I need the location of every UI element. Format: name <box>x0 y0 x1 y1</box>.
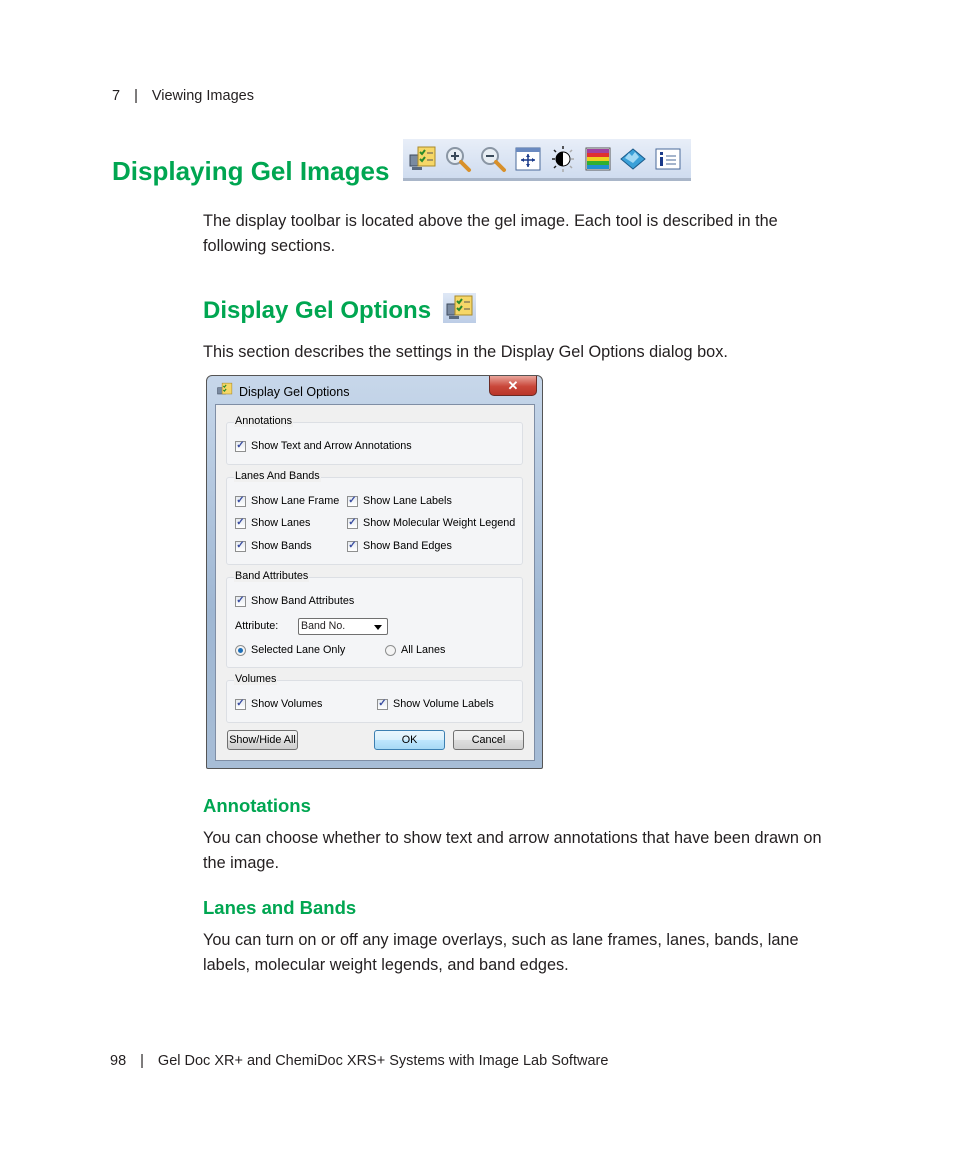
show-bands-checkbox[interactable]: ✓ Show Bands <box>235 540 312 552</box>
running-footer: 98 | Gel Doc XR+ and ChemiDoc XRS+ Systems… <box>110 1053 608 1069</box>
lanes-and-bands-body: You can turn on or off any image overlay… <box>203 931 799 974</box>
checkbox-checked-icon: ✓ <box>377 698 388 710</box>
show-volumes-checkbox[interactable]: ✓ Show Volumes <box>235 698 322 710</box>
group-label: Band Attributes <box>234 570 310 582</box>
dialog-title: Display Gel Options <box>239 384 350 399</box>
checkbox-checked-icon: ✓ <box>347 517 358 529</box>
checkbox-checked-icon: ✓ <box>235 540 246 552</box>
group-label: Volumes <box>234 673 278 685</box>
show-lanes-checkbox[interactable]: ✓ Show Lanes <box>235 517 310 529</box>
display-gel-options-dialog: Display Gel Options ✕ Annotations ✓ Show … <box>206 375 543 769</box>
selected-lane-only-radio[interactable]: Selected Lane Only <box>235 644 345 656</box>
lanes-and-bands-group: Lanes And Bands ✓ Show Lane Frame ✓ Show L… <box>226 470 523 565</box>
annotations-group: Annotations ✓ Show Text and Arrow Annotat… <box>226 415 523 465</box>
annotations-heading: Annotations <box>203 795 311 816</box>
show-text-arrow-annotations-checkbox[interactable]: ✓ Show Text and Arrow Annotations <box>235 440 412 452</box>
separator: | <box>134 88 138 104</box>
show-hide-all-button[interactable]: Show/Hide All <box>227 730 298 750</box>
3d-viewer-icon <box>618 144 647 173</box>
checkbox-checked-icon: ✓ <box>235 440 246 452</box>
page-number: 98 <box>110 1053 127 1069</box>
zoom-in-icon <box>443 144 472 173</box>
display-toolbar <box>403 139 691 181</box>
image-transform-icon <box>548 144 577 173</box>
dialog-body: Annotations ✓ Show Text and Arrow Annotat… <box>215 404 535 761</box>
show-lane-frame-checkbox[interactable]: ✓ Show Lane Frame <box>235 495 339 507</box>
checkbox-checked-icon: ✓ <box>235 517 246 529</box>
checkbox-checked-icon: ✓ <box>347 540 358 552</box>
group-label: Lanes And Bands <box>234 470 321 482</box>
all-lanes-radio[interactable]: All Lanes <box>385 644 445 656</box>
lanes-and-bands-heading: Lanes and Bands <box>203 897 357 918</box>
running-header: 7 | Viewing Images <box>112 88 254 104</box>
show-molecular-weight-legend-checkbox[interactable]: ✓ Show Molecular Weight Legend <box>347 517 515 529</box>
cancel-button[interactable]: Cancel <box>453 730 524 750</box>
show-band-edges-checkbox[interactable]: ✓ Show Band Edges <box>347 540 452 552</box>
display-gel-options-icon <box>443 293 476 323</box>
show-band-attributes-checkbox[interactable]: ✓ Show Band Attributes <box>235 595 354 607</box>
volumes-group: Volumes ✓ Show Volumes ✓ Show Volume Label… <box>226 673 523 723</box>
close-icon: ✕ <box>507 377 519 393</box>
fit-in-window-icon <box>513 144 542 173</box>
book-title: Gel Doc XR+ and ChemiDoc XRS+ Systems wi… <box>157 1053 609 1069</box>
attribute-label: Attribute: <box>235 620 279 632</box>
subsection-intro: This section describes the settings in t… <box>203 343 728 361</box>
close-button[interactable]: ✕ <box>489 376 537 396</box>
display-gel-options-icon <box>408 144 437 173</box>
chapter-number: 7 <box>112 88 121 104</box>
checkbox-checked-icon: ✓ <box>235 595 246 607</box>
zoom-out-icon <box>478 144 507 173</box>
attribute-select[interactable]: Band No. <box>298 618 388 635</box>
radio-unselected-icon <box>385 644 396 656</box>
band-attributes-group: Band Attributes ✓ Show Band Attributes At… <box>226 570 523 668</box>
attribute-value: Band No. <box>301 620 346 632</box>
checkbox-checked-icon: ✓ <box>235 495 246 507</box>
color-palette-icon <box>583 144 612 173</box>
annotations-body: You can choose whether to show text and … <box>203 829 822 872</box>
chapter-title: Viewing Images <box>151 88 254 104</box>
ok-button[interactable]: OK <box>374 730 445 750</box>
separator: | <box>140 1053 144 1069</box>
checkbox-checked-icon: ✓ <box>347 495 358 507</box>
show-volume-labels-checkbox[interactable]: ✓ Show Volume Labels <box>377 698 494 710</box>
section-title: Displaying Gel Images <box>112 156 390 186</box>
display-gel-options-icon <box>217 382 233 401</box>
subsection-title: Display Gel Options <box>203 297 432 324</box>
section-intro: The display toolbar is located above the… <box>203 212 778 255</box>
image-info-icon <box>653 144 682 173</box>
group-label: Annotations <box>234 415 294 427</box>
radio-selected-icon <box>235 644 246 656</box>
show-lane-labels-checkbox[interactable]: ✓ Show Lane Labels <box>347 495 452 507</box>
checkbox-checked-icon: ✓ <box>235 698 246 710</box>
dialog-titlebar: Display Gel Options <box>217 382 349 401</box>
dropdown-arrow-icon <box>374 625 382 630</box>
